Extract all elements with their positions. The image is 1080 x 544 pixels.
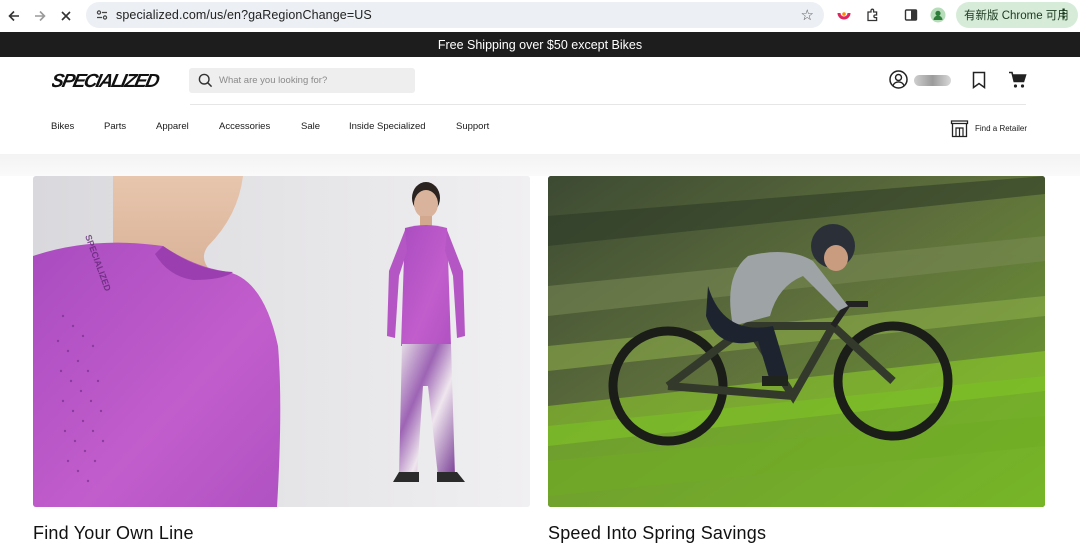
- back-arrow-icon[interactable]: [1, 3, 27, 29]
- nav-accessories[interactable]: Accessories: [219, 121, 301, 132]
- more-menu-icon[interactable]: ⋮: [1057, 6, 1070, 22]
- svg-text:SPECIALIZED: SPECIALIZED: [52, 71, 162, 91]
- retailer-label: Find a Retailer: [975, 124, 1028, 133]
- cart-icon[interactable]: [1008, 71, 1027, 94]
- hero-card-bikes[interactable]: [548, 176, 1045, 507]
- browser-toolbar: specialized.com/us/en?gaRegionChange=US …: [0, 0, 1080, 32]
- bookmark-star-icon[interactable]: ☆: [801, 6, 814, 24]
- extension-icon[interactable]: [834, 5, 854, 25]
- account-name-placeholder[interactable]: [914, 75, 951, 86]
- account-icon[interactable]: [889, 70, 908, 94]
- main-nav: Bikes Parts Apparel Accessories Sale Ins…: [51, 121, 489, 132]
- specialized-logo[interactable]: SPECIALIZED: [49, 69, 166, 96]
- site-header: SPECIALIZED What are you looking for? Bi…: [0, 57, 1080, 154]
- hero-title-apparel[interactable]: Find Your Own Line: [33, 523, 194, 544]
- nav-apparel[interactable]: Apparel: [156, 121, 219, 132]
- nav-support[interactable]: Support: [456, 121, 489, 132]
- bike-hero-image: [548, 176, 1045, 507]
- url-text[interactable]: specialized.com/us/en?gaRegionChange=US: [116, 8, 372, 22]
- nav-inside-specialized[interactable]: Inside Specialized: [349, 121, 456, 132]
- apparel-hero-image: SPECIALIZED: [33, 176, 530, 507]
- hero-card-apparel[interactable]: SPECIALIZED: [33, 176, 530, 507]
- search-placeholder: What are you looking for?: [219, 75, 328, 86]
- address-bar[interactable]: specialized.com/us/en?gaRegionChange=US …: [86, 2, 824, 28]
- promo-text: Free Shipping over $50 except Bikes: [437, 37, 643, 52]
- nav-bikes[interactable]: Bikes: [51, 121, 104, 132]
- forward-arrow-icon[interactable]: [27, 3, 53, 29]
- find-retailer-link[interactable]: Find a Retailer: [950, 119, 1027, 138]
- promo-banner: Free Shipping over $50 except Bikes: [0, 32, 1080, 57]
- search-icon: [198, 73, 213, 88]
- stop-loading-icon[interactable]: [53, 3, 79, 29]
- site-info-icon[interactable]: [90, 3, 114, 27]
- wishlist-icon[interactable]: [971, 71, 987, 94]
- chrome-update-button[interactable]: 有新版 Chrome 可用 ⋮: [956, 2, 1078, 28]
- profile-icon[interactable]: [928, 5, 948, 25]
- nav-sale[interactable]: Sale: [301, 121, 349, 132]
- search-input[interactable]: What are you looking for?: [189, 68, 415, 93]
- hero-title-bikes[interactable]: Speed Into Spring Savings: [548, 523, 766, 544]
- puzzle-icon[interactable]: [862, 5, 882, 25]
- update-label: 有新版 Chrome 可用: [964, 10, 1069, 22]
- side-panel-icon[interactable]: [901, 5, 921, 25]
- header-shadow: [0, 154, 1080, 176]
- store-icon: [950, 119, 969, 138]
- nav-parts[interactable]: Parts: [104, 121, 156, 132]
- header-divider: [190, 104, 1026, 105]
